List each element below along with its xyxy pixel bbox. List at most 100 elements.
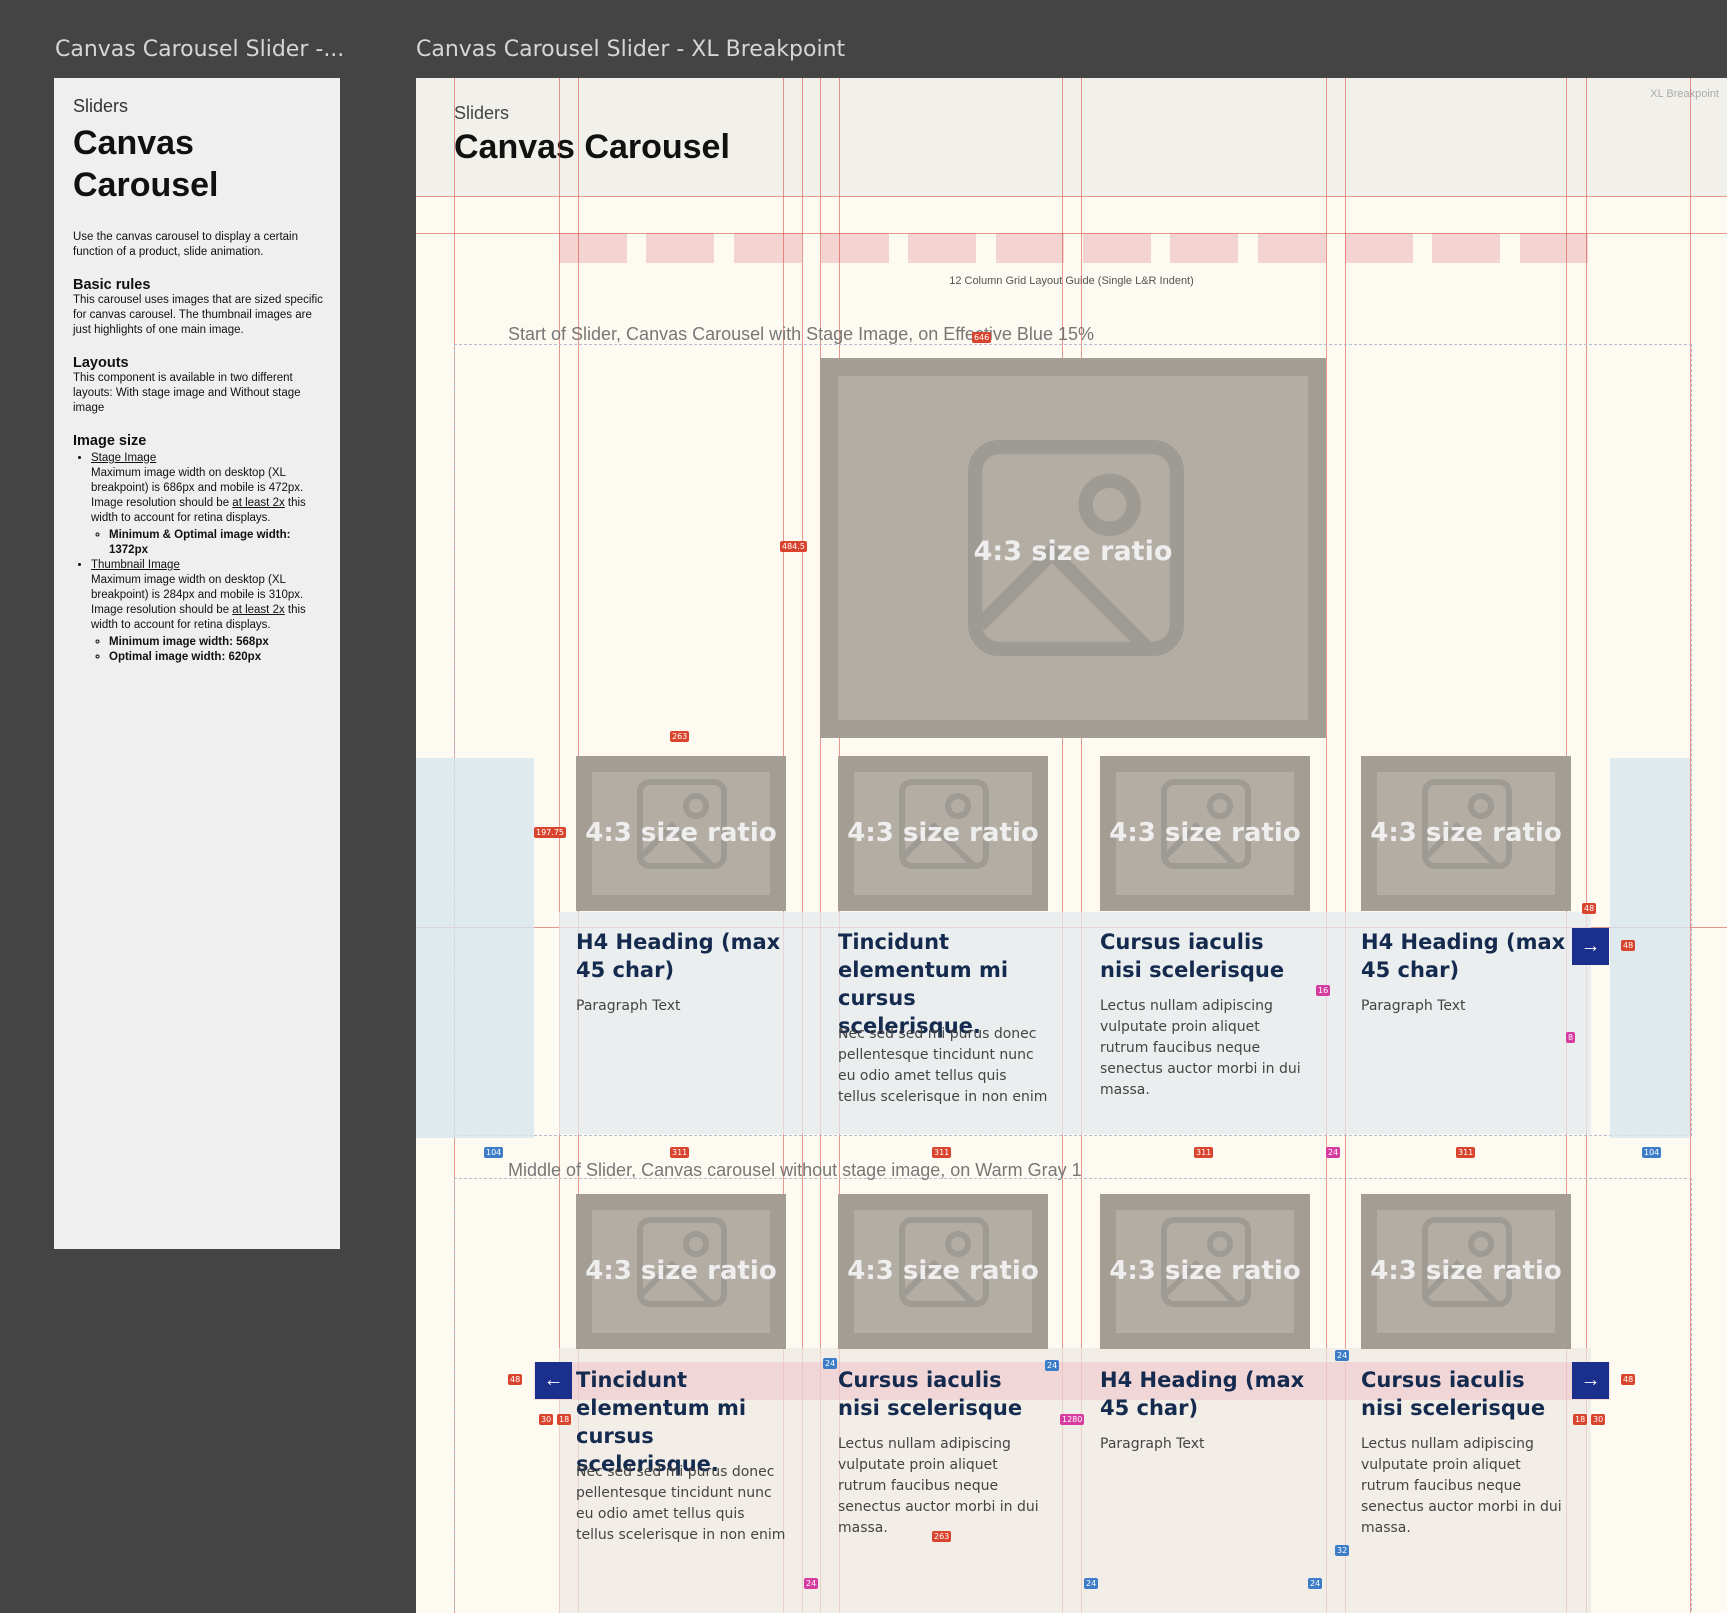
redline-badge: 30 [1591,1414,1606,1425]
card-paragraph: Lectus nullam adipiscing vulputate proin… [1361,1436,1562,1536]
card-paragraph: Lectus nullam adipiscing vulputate proin… [838,1436,1039,1536]
thumbnail-ratio-label: 4:3 size ratio [1370,1256,1562,1286]
card-paragraph: Paragraph Text [1100,1436,1205,1452]
card-heading: Cursus iaculis nisi scelerisque [1361,1368,1546,1420]
column-box [821,233,889,263]
redline-badge: 24 [1326,1147,1341,1158]
doc-body: Use the canvas carousel to display a cer… [73,230,323,665]
canvas-title: Canvas Carousel [454,128,730,166]
redline-badge: 484.5 [780,541,807,552]
redline-badge: 24 [804,1578,819,1589]
doc-eyebrow: Sliders [73,96,129,116]
card-paragraph: Nec sed sed mi purus donec pellentesque … [838,1026,1048,1105]
breakpoint-label: XL Breakpoint [1650,88,1719,100]
layouts-heading: Layouts [73,355,129,371]
basic-rules-heading: Basic rules [73,277,151,293]
thumb-optimal: Optimal image width: 620px [109,650,323,665]
redline-badge: 48 [1582,903,1597,914]
thumb-image-link[interactable]: Thumbnail Image [91,559,180,571]
redline-badge: 16 [1316,985,1331,996]
redline-badge: 24 [1084,1578,1099,1589]
stage-image[interactable]: 4:3 size ratio [820,358,1326,738]
redline-badge: 646 [972,332,992,343]
slider-peek-left [416,758,534,1138]
grid-line-h [416,196,1727,197]
thumbnail-ratio-label: 4:3 size ratio [585,818,777,848]
thumbnail-ratio-label: 4:3 size ratio [847,1256,1039,1286]
thumb-min: Minimum image width: 568px [109,635,323,650]
redline-badge: 48 [1621,940,1636,951]
redline-badge: 32 [1335,1545,1350,1556]
redline-badge: 311 [1456,1147,1476,1158]
redline-badge: 311 [670,1147,690,1158]
grid-guide-label: 12 Column Grid Layout Guide (Single L&R … [949,275,1194,287]
redline-badge: 8 [1566,1032,1576,1043]
card-heading: H4 Heading (max 45 char) [1100,1368,1305,1420]
column-box [1520,233,1588,263]
column-box [1258,233,1326,263]
column-box [1170,233,1238,263]
redline-badge: 48 [1621,1374,1636,1385]
thumbnail-image: 4:3 size ratio [838,1194,1048,1349]
thumbnail-image: 4:3 size ratio [1100,756,1310,911]
doc-title: Canvas Carousel [73,124,219,204]
redline-badge: 1280 [1060,1414,1085,1425]
stage-image-item: Stage Image Maximum image width on deskt… [91,451,323,558]
thumbnail-image: 4:3 size ratio [576,756,786,911]
left-frame-title[interactable]: Canvas Carousel Slider -... [55,37,344,62]
redline-badge: 24 [1045,1360,1060,1371]
canvas-eyebrow: Sliders [454,103,510,123]
stage-image-min: Minimum & Optimal image width: 1372px [109,528,323,558]
card-heading: Cursus iaculis nisi scelerisque [1100,930,1285,982]
layouts-text: This component is available in two diffe… [73,372,301,414]
redline-badge: 18 [1573,1414,1588,1425]
column-box [1432,233,1500,263]
arrow-left-icon: ← [543,1369,564,1391]
prev-button[interactable]: ← [535,1362,572,1399]
column-box [559,233,627,263]
caption-start: Start of Slider, Canvas Carousel with St… [508,324,1094,344]
stage-image-underline: at least 2x [232,497,285,509]
thumbnail-image: 4:3 size ratio [1361,1194,1571,1349]
card-paragraph: Lectus nullam adipiscing vulputate proin… [1100,998,1301,1098]
grid-line-h [416,233,1727,234]
doc-intro: Use the canvas carousel to display a cer… [73,231,299,258]
column-box [1083,233,1151,263]
redline-badge: 30 [539,1414,554,1425]
arrow-right-icon: → [1580,935,1601,957]
redline-badge: 24 [823,1358,838,1369]
thumbnail-ratio-label: 4:3 size ratio [1109,818,1301,848]
redline-badge: 104 [1642,1147,1662,1158]
stage-image-link[interactable]: Stage Image [91,452,156,464]
design-canvas[interactable]: XL Breakpoint Sliders Canvas Carousel 12… [416,78,1727,1613]
column-box [908,233,976,263]
thumb-image-item: Thumbnail Image Maximum image width on d… [91,558,323,665]
thumbnail-ratio-label: 4:3 size ratio [1109,1256,1301,1286]
next-button[interactable]: → [1572,1362,1609,1399]
card-heading: Cursus iaculis nisi scelerisque [838,1368,1023,1420]
redline-badge: 18 [557,1414,572,1425]
stage-ratio-label: 4:3 size ratio [973,536,1173,567]
redline-badge: 263 [670,731,690,742]
column-box [1345,233,1413,263]
column-box [734,233,802,263]
redline-badge: 263 [932,1531,952,1542]
card-heading: H4 Heading (max 45 char) [576,930,781,982]
redline-badge: 24 [1308,1578,1323,1589]
documentation-panel: Sliders Canvas Carousel Use the canvas c… [54,78,340,1249]
redline-badge: 311 [932,1147,952,1158]
card-heading: H4 Heading (max 45 char) [1361,930,1566,982]
redline-badge: 48 [508,1374,523,1385]
column-box [996,233,1064,263]
thumbnail-image: 4:3 size ratio [576,1194,786,1349]
arrow-right-icon: → [1580,1369,1601,1391]
next-button[interactable]: → [1572,928,1609,965]
thumbnail-ratio-label: 4:3 size ratio [1370,818,1562,848]
thumbnail-image: 4:3 size ratio [838,756,1048,911]
right-frame-title[interactable]: Canvas Carousel Slider - XL Breakpoint [416,37,845,62]
redline-badge: 24 [1335,1350,1350,1361]
thumbnail-image: 4:3 size ratio [1361,756,1571,911]
thumbnail-ratio-label: 4:3 size ratio [585,1256,777,1286]
card-paragraph: Paragraph Text [576,998,681,1014]
card-paragraph: Nec sed sed mi purus donec pellentesque … [576,1464,786,1543]
